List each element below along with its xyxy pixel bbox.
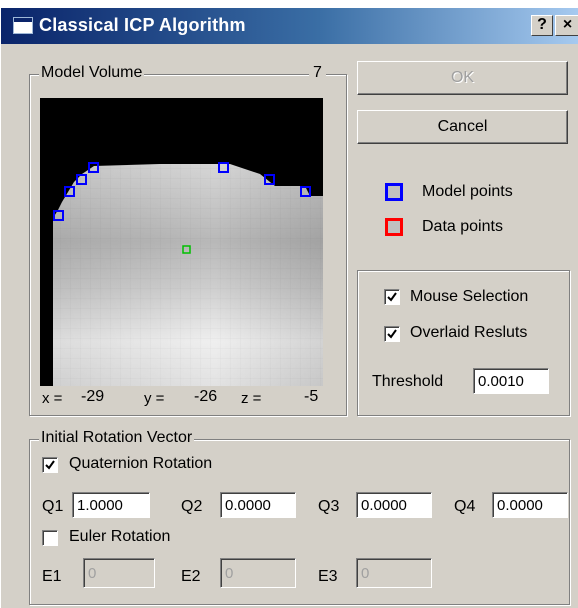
model-volume-label: Model Volume	[39, 64, 145, 82]
threshold-label: Threshold	[372, 373, 444, 390]
q4-input[interactable]	[492, 492, 568, 518]
volume-viewport[interactable]	[40, 98, 323, 386]
q3-label: Q3	[318, 498, 340, 515]
volume-slice-image	[53, 162, 323, 386]
q4-label: Q4	[454, 498, 476, 515]
euler-rotation-checkbox[interactable]	[42, 530, 58, 546]
rotation-group-label: Initial Rotation Vector	[39, 429, 195, 447]
e3-label: E3	[318, 568, 338, 585]
quaternion-rotation-label[interactable]: Quaternion Rotation	[69, 455, 212, 473]
title-bar[interactable]: Classical ICP Algorithm ? ×	[1, 8, 578, 44]
ok-button[interactable]: OK	[357, 61, 568, 95]
mouse-selection-checkbox[interactable]	[384, 289, 400, 305]
e1-label: E1	[42, 568, 62, 585]
help-button[interactable]: ?	[531, 15, 553, 36]
e2-input[interactable]	[220, 558, 296, 588]
model-points-swatch	[385, 183, 403, 201]
q1-label: Q1	[42, 498, 64, 515]
x-coord-value: -29	[81, 388, 105, 405]
e3-input[interactable]	[356, 558, 432, 588]
overlaid-results-label[interactable]: Overlaid Resluts	[410, 324, 527, 342]
checkmark-icon	[387, 292, 397, 302]
threshold-input[interactable]	[473, 368, 549, 394]
e1-input[interactable]	[83, 558, 155, 588]
quaternion-rotation-checkbox[interactable]	[42, 457, 58, 473]
q3-input[interactable]	[356, 492, 432, 518]
x-coord-label: x =	[42, 390, 63, 407]
slice-index: 7	[309, 64, 326, 82]
window-icon	[13, 17, 33, 34]
checkmark-icon	[387, 329, 397, 339]
y-coord-value: -26	[194, 388, 218, 405]
window-title: Classical ICP Algorithm	[39, 15, 246, 35]
data-points-label: Data points	[422, 218, 503, 235]
y-coord-label: y =	[144, 390, 165, 407]
mouse-selection-label[interactable]: Mouse Selection	[410, 288, 528, 306]
cancel-button[interactable]: Cancel	[357, 110, 568, 144]
model-points-label: Model points	[422, 183, 513, 200]
e2-label: E2	[181, 568, 201, 585]
data-points-swatch	[385, 218, 403, 236]
q2-label: Q2	[181, 498, 203, 515]
z-coord-label: z =	[241, 390, 262, 407]
close-button[interactable]: ×	[555, 15, 578, 36]
q2-input[interactable]	[220, 492, 296, 518]
q1-input[interactable]	[72, 492, 150, 518]
icp-dialog: Classical ICP Algorithm ? × Model Volume…	[0, 8, 578, 608]
z-coord-value: -5	[304, 388, 319, 405]
euler-rotation-label[interactable]: Euler Rotation	[69, 528, 170, 546]
checkmark-icon	[45, 460, 55, 470]
overlaid-results-checkbox[interactable]	[384, 326, 400, 342]
